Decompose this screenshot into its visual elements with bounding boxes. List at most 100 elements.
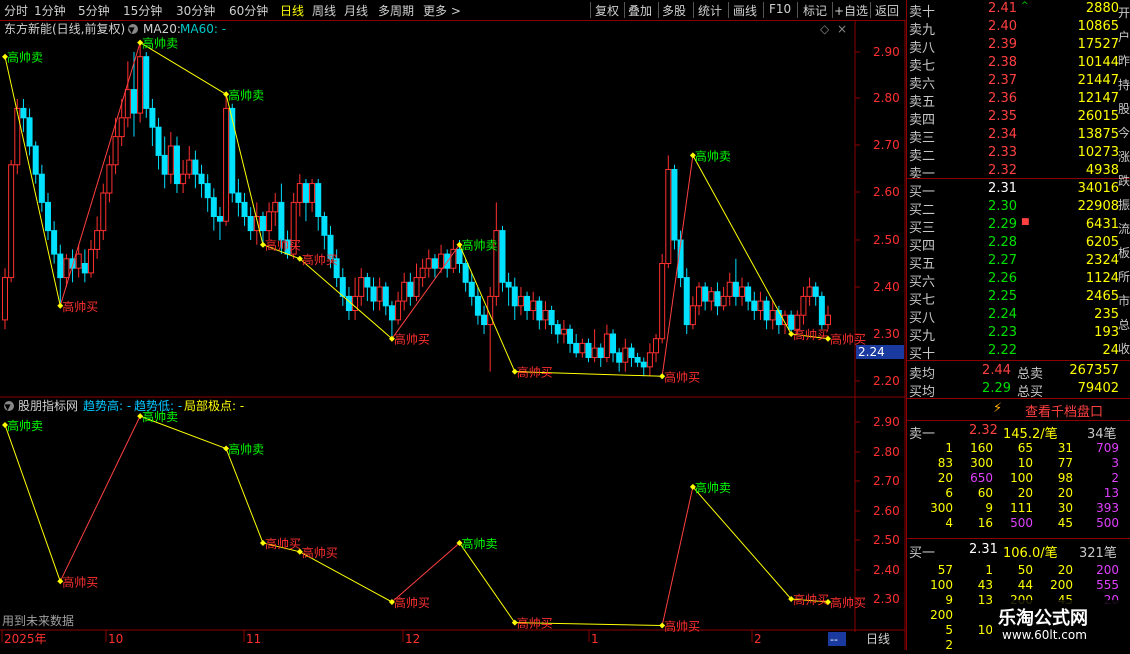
tab-1min[interactable]: 1分钟 <box>34 2 66 19</box>
bid-level-row[interactable]: 买五 2.27 2324 <box>907 252 1130 272</box>
candle <box>130 52 137 137</box>
tab-30min[interactable]: 30分钟 <box>176 2 215 19</box>
bid-level-row[interactable]: 买六 2.26 1124 <box>907 270 1130 290</box>
candle <box>689 296 696 330</box>
back-button[interactable]: 返回 <box>875 2 899 19</box>
queue-cell: 300 <box>930 501 953 515</box>
candle-body <box>714 291 721 307</box>
ask-level-row[interactable]: 卖七 2.38 10144 <box>907 54 1130 74</box>
ask-level-volume: 26015 <box>1077 109 1119 124</box>
candle <box>376 277 383 311</box>
queue-cell: 111 <box>1010 501 1033 515</box>
buy-label: 高帅买 <box>302 252 338 267</box>
svg-text:2.90: 2.90 <box>873 45 900 59</box>
svg-text:2.70: 2.70 <box>873 138 900 152</box>
candle-body <box>610 333 617 354</box>
queue-cell: 300 <box>970 456 993 470</box>
candle-body <box>241 201 248 217</box>
candle <box>216 207 223 240</box>
ask-level-row[interactable]: 卖九 2.40 10865 <box>907 18 1130 38</box>
ask-level-row[interactable]: 卖六 2.37 21447 <box>907 72 1130 92</box>
candle-body <box>173 145 180 185</box>
candle <box>800 287 807 325</box>
tab-daily[interactable]: 日线 <box>280 2 304 19</box>
sell-label: 高帅卖 <box>142 36 178 51</box>
diamond-icon[interactable]: ◇ <box>820 22 830 36</box>
period-label[interactable]: 日线 <box>866 632 890 646</box>
candle <box>382 282 389 316</box>
ask-level-row[interactable]: 卖三 2.34 13875 <box>907 126 1130 146</box>
thousand-level-label: 查看千档盘口 <box>1025 405 1104 420</box>
candle <box>591 329 598 363</box>
bid-level-row[interactable]: 买八 2.24 235 <box>907 306 1130 326</box>
buy-label: 高帅买 <box>793 592 829 607</box>
queue-cell: 43 <box>977 578 993 592</box>
tab-15min[interactable]: 15分钟 <box>123 2 162 19</box>
tab-monthly[interactable]: 月线 <box>344 2 368 19</box>
ask-level-row[interactable]: 卖八 2.39 17527 <box>907 36 1130 56</box>
close-icon[interactable]: × <box>837 22 847 36</box>
candle <box>683 268 690 334</box>
bid-level-price: 2.27 <box>988 253 1017 268</box>
add-watchlist-button[interactable]: +自选 <box>834 2 868 19</box>
ask-level-price: 2.33 <box>988 145 1017 160</box>
ask-level-row[interactable]: 卖四 2.35 26015 <box>907 108 1130 128</box>
candle <box>364 272 371 302</box>
bid-level-row[interactable]: 买九 2.23 193 <box>907 324 1130 344</box>
restore-button[interactable]: 复权 <box>595 2 619 19</box>
total-sell-volume: 267357 <box>1069 363 1119 378</box>
queue-cell: 44 <box>1017 578 1033 592</box>
queue-cell: 57 <box>937 563 953 577</box>
queue-cell: 20 <box>1057 486 1073 500</box>
candle <box>726 272 733 306</box>
bid-level-row[interactable]: 买四 2.28 6205 <box>907 234 1130 254</box>
ask-level-row[interactable]: 卖五 2.36 12147 <box>907 90 1130 110</box>
kline-chart[interactable]: 东方新能(日线,前复权) ▼ MA20: MA60: - ◇ × 2.90 2.… <box>0 20 906 650</box>
bid-level-row[interactable]: 买二 2.30 22908 <box>907 198 1130 218</box>
multi-stock-button[interactable]: 多股 <box>662 2 686 19</box>
candle-body <box>499 230 506 283</box>
candle <box>247 207 254 240</box>
candle <box>573 334 580 358</box>
bid1-queue-count: 321笔 <box>1079 546 1117 561</box>
candle <box>149 99 156 146</box>
queue-divider <box>907 420 1130 421</box>
candle-body <box>137 56 144 114</box>
candle <box>358 268 365 306</box>
bid-level-row[interactable]: 买三 2.29 ■ 6431 <box>907 216 1130 236</box>
candle-body <box>683 277 690 326</box>
bid-level-row[interactable]: 买七 2.25 2465 <box>907 288 1130 308</box>
queue-cell: 50 <box>1017 563 1033 577</box>
toolbar-divider <box>763 2 764 18</box>
ask-level-row[interactable]: 卖二 2.33 10273 <box>907 144 1130 164</box>
tab-weekly[interactable]: 周线 <box>312 2 336 19</box>
ma60-label: MA60: - <box>180 22 226 36</box>
thousand-level-button[interactable]: ⚡ 查看千档盘口 <box>907 399 1130 420</box>
tab-more[interactable]: 更多 > <box>423 2 461 19</box>
candle-body <box>567 328 574 344</box>
ask-level-row[interactable]: 卖十 2.41 ^ 2880 <box>907 0 1130 20</box>
candle-body <box>671 169 678 241</box>
sell-signal: 高帅卖 <box>456 238 498 253</box>
candle <box>720 287 727 311</box>
queue-cell: 98 <box>1057 471 1073 485</box>
candle-body <box>278 201 285 241</box>
bid-level-row[interactable]: 买十 2.22 24 <box>907 342 1130 362</box>
tab-60min[interactable]: 60分钟 <box>229 2 268 19</box>
candle <box>38 164 45 212</box>
mark-button[interactable]: 标记 <box>803 2 827 19</box>
candle <box>702 282 709 311</box>
candle-body <box>118 117 125 138</box>
tab-multiperiod[interactable]: 多周期 <box>378 2 414 19</box>
tab-minute[interactable]: 分时 <box>4 2 28 19</box>
candle <box>186 146 193 179</box>
bid-level-row[interactable]: 买一 2.31 34016 <box>907 180 1130 200</box>
f10-button[interactable]: F10 <box>769 2 791 16</box>
buy-signal: 高帅买 <box>259 536 301 551</box>
overlay-button[interactable]: 叠加 <box>628 2 652 19</box>
candle-body <box>468 281 475 297</box>
draw-line-button[interactable]: 画线 <box>733 2 757 19</box>
stats-button[interactable]: 统计 <box>698 2 722 19</box>
queue-row: 6 60 20 20 13 <box>907 486 1130 502</box>
tab-5min[interactable]: 5分钟 <box>78 2 110 19</box>
